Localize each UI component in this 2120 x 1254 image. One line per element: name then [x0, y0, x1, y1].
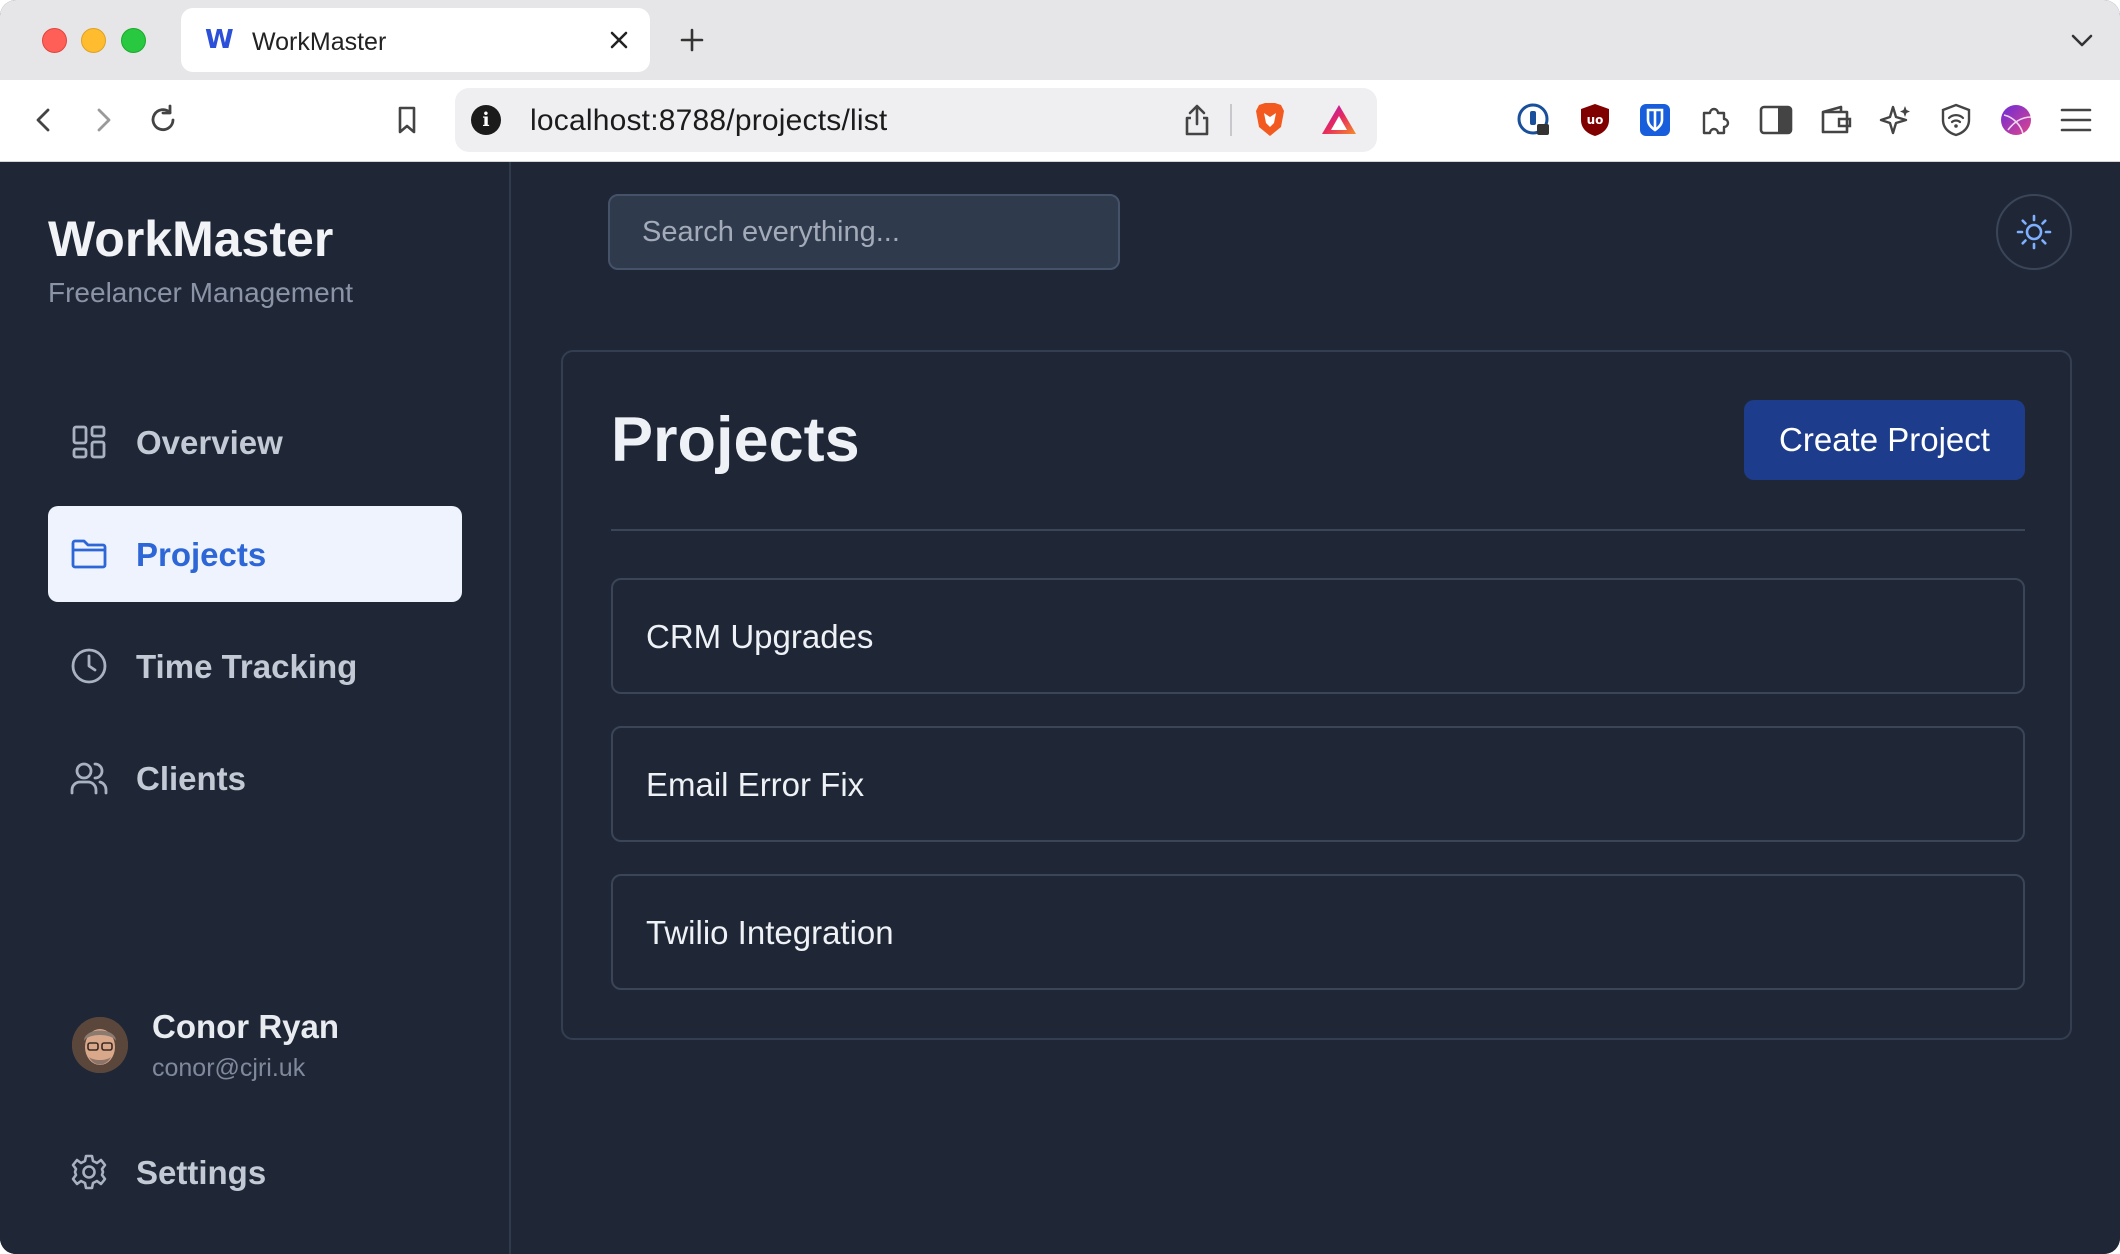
sidebar-item-projects[interactable]: Projects: [48, 506, 462, 602]
vpn-icon[interactable]: [1936, 100, 1976, 140]
leo-ai-icon[interactable]: [1876, 100, 1916, 140]
info-icon[interactable]: i: [471, 105, 501, 135]
create-project-button[interactable]: Create Project: [1744, 400, 2025, 480]
url-divider: [1230, 104, 1232, 136]
grid-icon: [72, 425, 106, 459]
sidebar-item-label: Clients: [136, 760, 247, 797]
browser-toolbar: i localhost:8788/projects/list uo: [0, 80, 2120, 162]
project-name: CRM Upgrades: [646, 618, 874, 655]
forward-icon[interactable]: [83, 100, 123, 140]
close-window-button[interactable]: [42, 28, 67, 53]
users-icon: [70, 762, 108, 795]
sun-icon: [2016, 214, 2052, 250]
page-title: Projects: [611, 405, 860, 475]
new-tab-icon[interactable]: [674, 22, 710, 58]
user-email: conor@cjri.uk: [152, 1054, 306, 1082]
sidebar-item-clients[interactable]: Clients: [48, 730, 462, 826]
profile-icon[interactable]: [1996, 100, 2036, 140]
projects-card: Projects Create Project CRM Upgrades Ema…: [561, 350, 2072, 1040]
sidebar-item-label: Time Tracking: [136, 648, 358, 685]
gear-icon: [71, 1154, 107, 1190]
workmaster-favicon-icon: W: [205, 25, 234, 55]
sidebar-item-label: Overview: [136, 424, 283, 461]
close-tab-icon[interactable]: [601, 22, 637, 58]
chevron-down-icon[interactable]: [2066, 24, 2098, 56]
app-root: WorkMaster Freelancer Management Overvie…: [0, 162, 2120, 1254]
search-input[interactable]: [608, 194, 1120, 270]
project-name: Email Error Fix: [646, 766, 865, 803]
share-icon[interactable]: [1177, 100, 1217, 140]
reload-icon[interactable]: [143, 100, 183, 140]
bitwarden-icon[interactable]: [1635, 100, 1675, 140]
password-manager-icon[interactable]: [1514, 100, 1554, 140]
sidebar-icon[interactable]: [1756, 100, 1796, 140]
user-name: Conor Ryan: [152, 1008, 340, 1045]
project-name: Twilio Integration: [646, 914, 894, 951]
minimize-window-button[interactable]: [81, 28, 106, 53]
sidebar-item-label: Settings: [136, 1154, 267, 1191]
sidebar-item-time-tracking[interactable]: Time Tracking: [48, 618, 462, 714]
brave-shields-icon[interactable]: [1250, 100, 1290, 140]
clock-icon: [71, 648, 107, 684]
browser-window: W WorkMaster i localhost:8788/projects/l…: [0, 0, 2120, 1254]
theme-toggle-button[interactable]: [1996, 194, 2072, 270]
avatar[interactable]: [72, 1017, 128, 1073]
svg-text:uo: uo: [1587, 113, 1604, 127]
project-list-item[interactable]: Email Error Fix: [611, 726, 2025, 842]
project-list-item[interactable]: Twilio Integration: [611, 874, 2025, 990]
sidebar-item-label: Projects: [136, 536, 267, 573]
sidebar: WorkMaster Freelancer Management Overvie…: [0, 162, 511, 1254]
url-text[interactable]: localhost:8788/projects/list: [530, 104, 887, 138]
brand-subtitle: Freelancer Management: [48, 277, 354, 308]
address-bar[interactable]: i localhost:8788/projects/list: [455, 88, 1377, 152]
divider: [611, 529, 2025, 531]
brave-rewards-icon[interactable]: [1319, 100, 1359, 140]
folder-icon: [71, 539, 107, 569]
tab-title: WorkMaster: [252, 28, 387, 56]
sidebar-item-overview[interactable]: Overview: [48, 394, 462, 490]
ublock-icon[interactable]: uo: [1575, 100, 1615, 140]
wallet-icon[interactable]: [1816, 100, 1856, 140]
sidebar-item-settings[interactable]: Settings: [48, 1124, 462, 1220]
browser-tab[interactable]: W WorkMaster: [181, 8, 650, 72]
menu-icon[interactable]: [2056, 100, 2096, 140]
brand-title[interactable]: WorkMaster: [48, 210, 333, 268]
zoom-window-button[interactable]: [121, 28, 146, 53]
tab-strip: W WorkMaster: [0, 0, 2120, 80]
back-icon[interactable]: [24, 100, 64, 140]
extensions-icon[interactable]: [1695, 100, 1735, 140]
project-list-item[interactable]: CRM Upgrades: [611, 578, 2025, 694]
bookmark-icon[interactable]: [387, 100, 427, 140]
